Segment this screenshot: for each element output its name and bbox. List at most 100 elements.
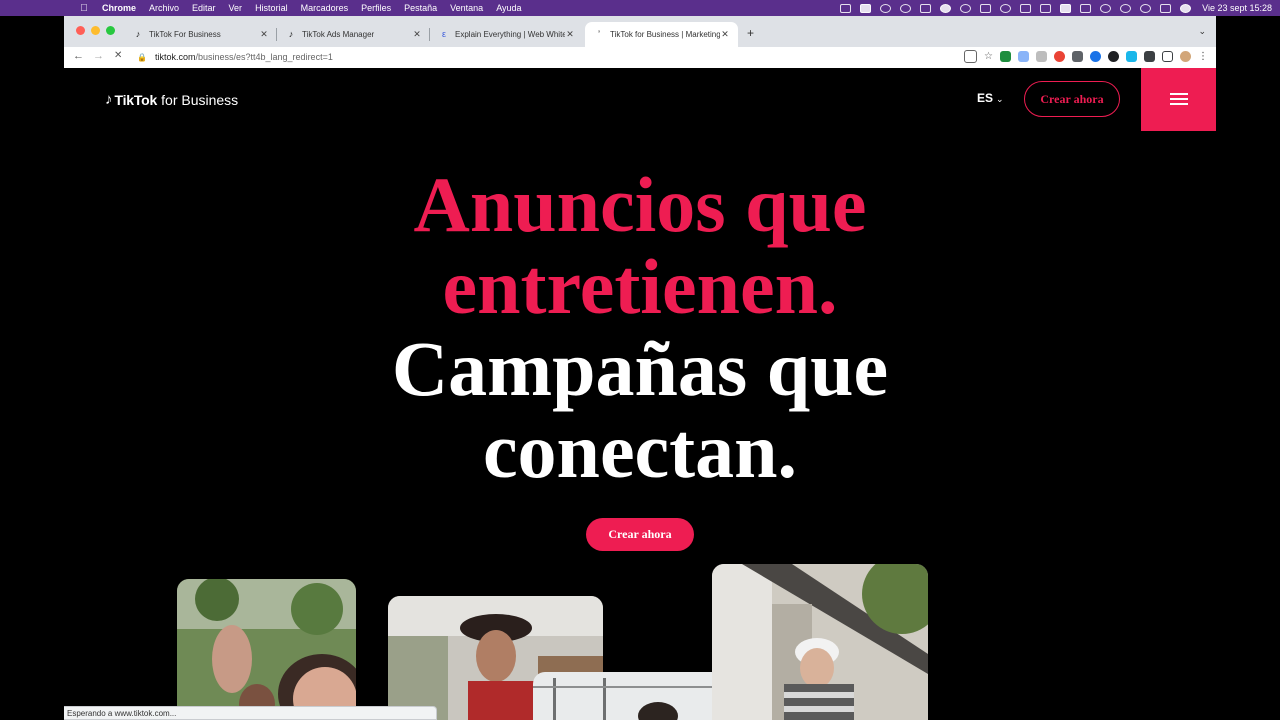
toolbar-actions: ☆ ⋮ [964,50,1208,63]
wifi-icon[interactable] [1100,3,1112,13]
lock-icon[interactable]: 🔒 [137,53,147,62]
battery-icon[interactable] [1060,3,1072,13]
close-window-button[interactable] [76,26,85,35]
extension-badge-icon[interactable] [1072,51,1083,62]
apple-icon[interactable]:  [78,3,90,14]
close-tab-icon[interactable]: ✕ [720,29,730,40]
extension-puzzle-icon[interactable] [1144,51,1155,62]
extension-blue-circle-icon[interactable] [1090,51,1101,62]
tab-strip: ♪ TikTok For Business ✕ ♪ TikTok Ads Man… [64,16,1216,47]
menu-app-name[interactable]: Chrome [102,3,136,13]
tab-tiktok-ads-manager[interactable]: ♪ TikTok Ads Manager ✕ [277,22,430,47]
tiktok-favicon-icon: ♪ [288,29,294,39]
spotlight-search-icon[interactable] [1140,3,1152,13]
siri-icon[interactable] [1180,3,1192,13]
status-bar-loading: Esperando a www.tiktok.com... [64,706,437,720]
extension-doc-icon[interactable] [1018,51,1029,62]
header-crear-ahora-button[interactable]: Crear ahora [1024,81,1120,117]
time-machine-icon[interactable] [1120,3,1132,13]
menu-ventana[interactable]: Ventana [450,3,483,13]
tab-title: TikTok for Business | Marketing [610,30,720,39]
shield-icon[interactable] [940,3,952,13]
bolt-icon[interactable] [960,3,972,13]
grammarly-icon[interactable] [880,3,892,13]
printer-icon[interactable] [920,3,932,13]
menu-historial[interactable]: Historial [255,3,288,13]
tab-tiktok-for-business[interactable]: ♪ TikTok For Business ✕ [124,22,277,47]
moon-icon[interactable] [1000,3,1012,13]
explain-everything-favicon-icon: ε [441,29,446,39]
window-controls [76,26,115,35]
menubar-clock[interactable]: Vie 23 sept 15:28 [1202,3,1272,13]
tab-tiktok-marketing-active[interactable]: ’ TikTok for Business | Marketing ✕ [585,22,738,47]
tiktok-favicon-icon: ♪ [135,29,141,39]
hero-line-3: Campañas que [391,325,889,412]
loading-spinner-icon: ’ [598,29,600,39]
hero-crear-ahora-button[interactable]: Crear ahora [586,518,694,551]
tab-search-chevron-icon[interactable]: ⌄ [1198,26,1206,37]
bluetooth-icon[interactable] [1040,3,1052,13]
close-tab-icon[interactable]: ✕ [565,29,575,40]
vimeo-icon[interactable] [1126,51,1137,62]
hamburger-line [1170,93,1188,95]
photo-woman-with-cap [712,564,928,720]
sync-icon[interactable] [900,3,912,13]
chrome-menu-icon[interactable]: ⋮ [1198,51,1208,62]
language-code: ES [977,91,994,105]
address-bar[interactable]: 🔒 tiktok.com/business/es?tt4b_lang_redir… [137,49,957,65]
forward-arrow-icon[interactable]: → [93,50,104,62]
tab-title: TikTok Ads Manager [302,30,375,39]
stop-loading-icon[interactable]: ✕ [114,50,122,61]
browser-toolbar: ← → ✕ 🔒 tiktok.com/business/es?tt4b_lang… [64,47,1216,69]
tab-title: TikTok For Business [149,30,221,39]
chevron-down-icon: ⌄ [996,94,1004,104]
bookmark-star-icon[interactable]: ☆ [984,51,993,62]
menu-ayuda[interactable]: Ayuda [496,3,521,13]
tiktok-note-icon: ♪ [105,91,113,108]
extension-ruler-icon[interactable] [1036,51,1047,62]
close-tab-icon[interactable]: ✕ [412,29,422,40]
tiktok-for-business-logo[interactable]: ♪ TikTok for Business [105,92,238,108]
minimize-window-button[interactable] [91,26,100,35]
macos-menubar:  Chrome Archivo Editar Ver Historial Ma… [0,0,1280,16]
hamburger-menu-button[interactable] [1141,68,1216,131]
extension-profile-icon[interactable] [1000,51,1011,62]
logo-brand-text: TikTok [114,92,158,108]
language-selector[interactable]: ES ⌄ [977,91,1004,105]
volume-icon[interactable] [1020,3,1032,13]
hero-line-2: entretienen. [442,243,838,330]
control-center-icon[interactable] [1160,3,1172,13]
hamburger-line [1170,103,1188,105]
screen-record-icon[interactable] [840,3,852,13]
hero-line-4: conectan. [482,407,798,494]
url-host: tiktok.com [154,52,196,62]
video-icon[interactable] [860,3,872,13]
new-tab-plus-icon[interactable]: + [747,26,754,40]
tab-explain-everything[interactable]: ε Explain Everything | Web Whiteboard ✕ [430,22,583,47]
menu-ver[interactable]: Ver [229,3,243,13]
back-arrow-icon[interactable]: ← [73,50,84,62]
extension-dark-circle-icon[interactable] [1108,51,1119,62]
menu-editar[interactable]: Editar [192,3,216,13]
side-panel-icon[interactable] [1162,51,1173,62]
hero-line-1: Anuncios que [413,161,867,248]
zoom-window-button[interactable] [106,26,115,35]
ad-video-thumbnail-4 [712,564,928,720]
share-icon[interactable] [964,50,978,63]
webpage-content: ♪ TikTok for Business ES ⌄ Crear ahora An… [64,68,1216,720]
extension-chrome-icon[interactable] [1054,51,1065,62]
menubar-status-icons: Vie 23 sept 15:28 [840,0,1272,16]
profile-avatar-icon[interactable] [1180,51,1191,62]
close-tab-icon[interactable]: ✕ [259,29,269,40]
keyboard-icon[interactable] [980,3,992,13]
menu-perfiles[interactable]: Perfiles [361,3,391,13]
tab-title: Explain Everything | Web Whiteboard [455,30,565,39]
browser-window: ♪ TikTok For Business ✕ ♪ TikTok Ads Man… [64,16,1216,720]
menu-pestana[interactable]: Pestaña [404,3,437,13]
menu-marcadores[interactable]: Marcadores [301,3,349,13]
hamburger-line [1170,98,1188,100]
menu-archivo[interactable]: Archivo [149,3,179,13]
logo-suffix-text: for Business [161,92,239,108]
input-source-icon[interactable] [1080,3,1092,13]
photo-waving-people [177,579,356,720]
